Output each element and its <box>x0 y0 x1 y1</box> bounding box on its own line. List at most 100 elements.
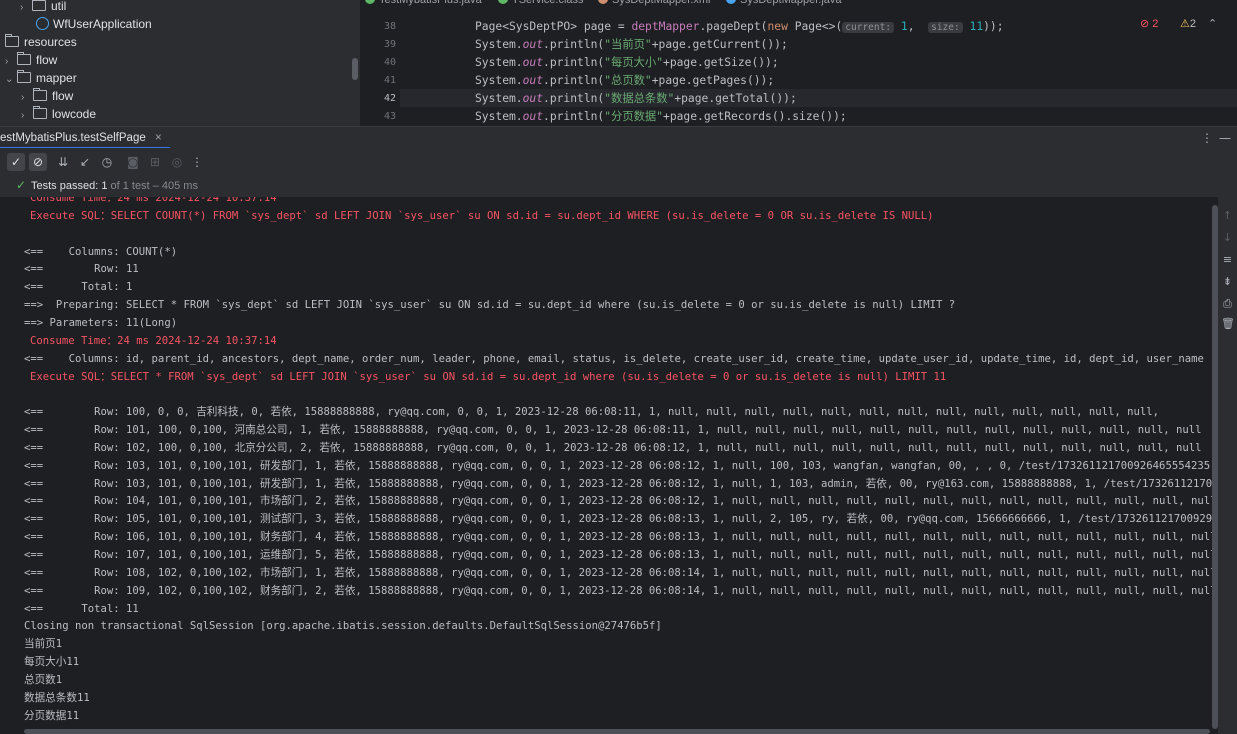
console-line: <== Row: 104, 101, 0,100,101, 市场部门, 2, 若… <box>24 495 1217 508</box>
print-icon[interactable]: ⎙ <box>1221 297 1234 310</box>
editor-tab-label: TestMybatisPlus.java <box>379 0 482 6</box>
code-token: +page.getRecords().size()); <box>663 110 847 123</box>
tree-item[interactable]: › util <box>20 0 66 15</box>
code-token: System. <box>475 74 523 87</box>
folder-icon <box>33 88 47 101</box>
console-line: <== Row: 103, 101, 0,100,101, 研发部门, 1, 若… <box>24 477 1213 490</box>
console-line: <== Row: 103, 101, 0,100,101, 研发部门, 1, 若… <box>24 459 1211 472</box>
editor-tab[interactable]: SysDeptMapper.xml <box>598 0 710 8</box>
console-line: 每页大小11 <box>24 656 80 669</box>
console-line: <== Columns: COUNT(*) <box>24 245 178 258</box>
line-number: 39 <box>383 39 396 50</box>
code-token: .println( <box>543 74 605 87</box>
console-line: <== Row: 102, 100, 0,100, 北京分公司, 2, 若依, … <box>24 441 1202 454</box>
scroll-end-icon[interactable]: ⇟ <box>1221 275 1234 288</box>
code-token: out <box>522 56 544 69</box>
console-line: 分页数据11 <box>24 709 80 722</box>
minimize-icon[interactable]: — <box>1216 129 1234 147</box>
warning-count: 2 <box>1189 18 1196 30</box>
chevron-down-icon[interactable]: ⌄ <box>5 71 17 89</box>
code-token: System. <box>475 38 523 51</box>
more-vertical-icon[interactable]: ⋮ <box>188 153 206 171</box>
arrow-up-icon[interactable]: ↑ <box>1221 209 1234 222</box>
code-token: .println( <box>543 110 605 123</box>
code-line[interactable]: System.out.println("分页数据"+page.getRecord… <box>475 108 847 126</box>
close-icon[interactable]: × <box>155 132 162 144</box>
console-line: <== Row: 109, 102, 0,100,102, 财务部门, 2, 若… <box>24 584 1217 597</box>
tree-item[interactable]: › lowcode <box>21 105 96 123</box>
console-line: <== Row: 100, 0, 0, 吉利科技, 0, 若依, 1588888… <box>24 406 1160 419</box>
tree-item-label: flow <box>36 53 58 67</box>
coverage-icon[interactable]: ◎ <box>168 153 186 171</box>
console-line: <== Row: 105, 101, 0,100,101, 测试部门, 3, 若… <box>24 513 1213 526</box>
code-line[interactable]: Page<SysDeptPO> page = deptMapper.pageDe… <box>475 18 1004 36</box>
tree-item[interactable]: resources <box>5 33 77 51</box>
trash-icon[interactable]: 🗑 <box>1221 317 1235 330</box>
sort-down-icon[interactable]: ⇊ <box>54 153 72 171</box>
stop-circle-icon[interactable]: ⊘ <box>29 153 47 171</box>
code-editor[interactable]: TestMybatisPlus.java TService.class SysDep… <box>360 0 1237 126</box>
code-line[interactable]: System.out.println("总页数"+page.getPages()… <box>475 72 774 90</box>
more-vertical-icon[interactable]: ⋮ <box>1198 129 1216 147</box>
tree-item-label: flow <box>52 89 74 103</box>
chevron-right-icon[interactable]: › <box>21 107 33 125</box>
console-line: 数据总条数11 <box>24 691 90 704</box>
code-line[interactable]: System.out.println("数据总条数"+page.getTotal… <box>475 90 797 108</box>
folder-icon <box>17 70 31 83</box>
code-token: .println( <box>543 56 605 69</box>
console-line: <== Row: 108, 102, 0,100,102, 市场部门, 1, 若… <box>24 566 1217 579</box>
code-token: +page.getPages()); <box>651 74 775 87</box>
code-token: "当前页" <box>604 38 652 51</box>
error-count-badge[interactable]: ⊘ 2 <box>1140 17 1158 30</box>
sort-up-icon[interactable]: ↙ <box>76 153 94 171</box>
tree-item[interactable]: WfUserApplication <box>36 15 152 33</box>
file-type-icon <box>498 0 508 4</box>
editor-tab[interactable]: TestMybatisPlus.java <box>365 0 482 8</box>
console-horizontal-scrollbar[interactable] <box>24 729 1210 734</box>
check-icon[interactable]: ✓ <box>7 153 25 171</box>
code-token: "分页数据" <box>604 110 664 123</box>
code-line[interactable]: System.out.println("当前页"+page.getCurrent… <box>475 36 788 54</box>
console-output[interactable]: Consume Time：24 ms 2024-12-24 10:37:14 Ex… <box>0 197 1218 734</box>
error-icon: ⊘ <box>1140 18 1150 30</box>
chevron-up-icon[interactable]: ⌃ <box>1208 17 1217 30</box>
code-line[interactable]: System.out.println("每页大小"+page.getSize()… <box>475 54 779 72</box>
console-line: 总页数1 <box>24 673 63 686</box>
file-type-icon <box>365 0 375 4</box>
arrow-down-icon[interactable]: ↓ <box>1221 231 1234 244</box>
project-scrollbar[interactable] <box>352 58 358 80</box>
tree-item-label: mapper <box>36 71 77 85</box>
code-token: +page.getCurrent()); <box>651 38 788 51</box>
run-tab[interactable]: estMybatisPlus.testSelfPage × <box>0 127 170 149</box>
console-line: <== Row: 11 <box>24 263 139 276</box>
wrap-icon[interactable]: ≡ <box>1221 253 1234 266</box>
expand-icon[interactable]: ⊞ <box>146 153 164 171</box>
warning-count-badge[interactable]: ⚠2 <box>1180 17 1196 30</box>
code-token: 11 <box>969 20 984 33</box>
camera-icon[interactable]: ◙ <box>124 153 142 171</box>
tree-item-label: WfUserApplication <box>53 17 152 31</box>
passed-check-icon: ✓ <box>16 178 27 192</box>
run-tool-window-header: estMybatisPlus.testSelfPage × ⋮ — <box>0 126 1237 149</box>
parameter-hint: current: <box>842 22 895 33</box>
code-token: "每页大小" <box>604 56 664 69</box>
tree-item[interactable]: › flow <box>5 51 57 69</box>
error-count: 2 <box>1152 18 1159 30</box>
console-side-toolbar: ↑ ↓ ≡ ⇟ ⎙ 🗑 <box>1218 197 1237 734</box>
code-token: , <box>907 20 929 33</box>
tree-item[interactable]: › flow <box>21 87 73 105</box>
console-line-sql: Execute SQL：SELECT COUNT(*) FROM `sys_de… <box>30 209 934 222</box>
editor-tab[interactable]: SysDeptMapper.java <box>726 0 842 8</box>
editor-tab[interactable]: TService.class <box>498 0 584 8</box>
tree-item[interactable]: ⌄ mapper <box>5 69 77 87</box>
console-line: <== Row: 106, 101, 0,100,101, 财务部门, 4, 若… <box>24 531 1217 544</box>
tree-item-label: lowcode <box>52 107 97 121</box>
console-line: <== Columns: id, parent_id, ancestors, d… <box>24 352 1204 365</box>
code-token: .println( <box>543 92 605 105</box>
chevron-right-icon[interactable]: › <box>20 0 32 17</box>
code-token: Page<>( <box>794 20 843 33</box>
clock-icon[interactable]: ◷ <box>98 153 116 171</box>
line-number: 40 <box>383 57 396 68</box>
code-token: +page.getSize()); <box>663 56 779 69</box>
